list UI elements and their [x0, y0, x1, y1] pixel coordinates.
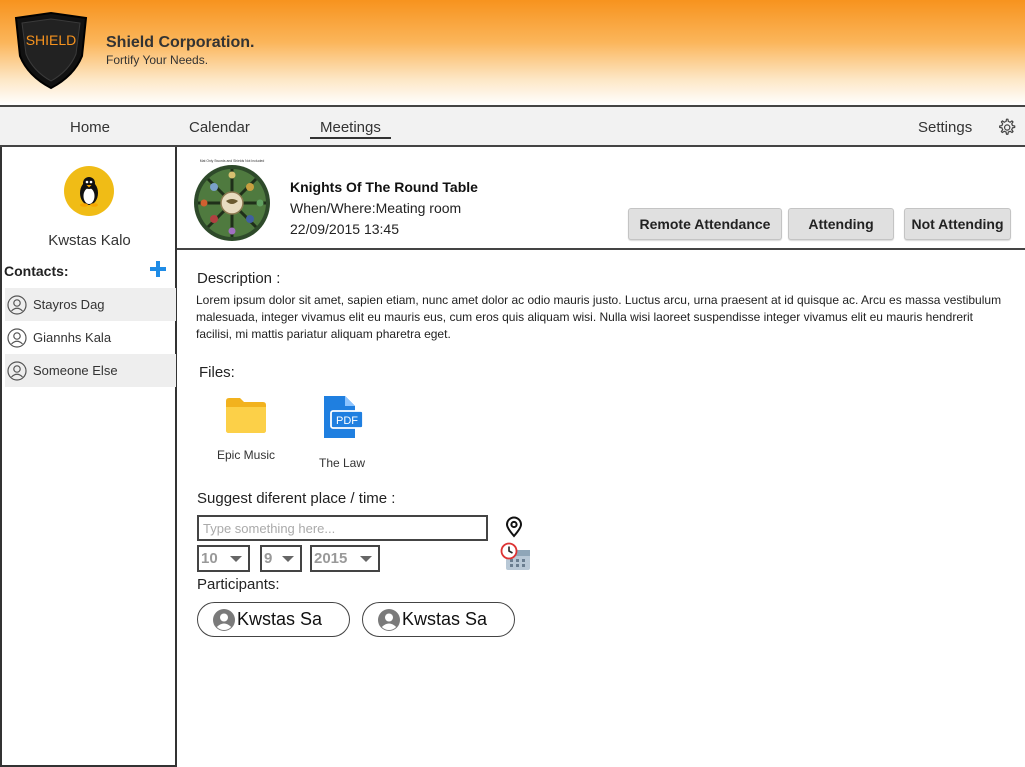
user-outline-icon	[7, 360, 27, 381]
meeting-datetime: 22/09/2015 13:45	[290, 221, 399, 237]
suggest-label: Suggest diferent place / time :	[197, 490, 396, 507]
description-text: Lorem ipsum dolor sit amet, sapien etiam…	[196, 293, 1002, 341]
gear-icon[interactable]	[996, 117, 1017, 138]
file-name: The Law	[318, 456, 366, 470]
user-avatar-icon	[213, 608, 235, 631]
divider	[177, 248, 1025, 250]
penguin-icon	[80, 177, 98, 207]
plus-icon	[150, 261, 166, 277]
remote-attendance-button[interactable]: Remote Attendance	[628, 208, 782, 240]
meeting-title: Knights Of The Round Table	[290, 179, 478, 195]
location-pin-icon[interactable]	[504, 516, 524, 538]
meeting-location: When/Where:Meating room	[290, 200, 462, 216]
chevron-down-icon	[360, 556, 372, 562]
contact-item[interactable]: Someone Else	[5, 354, 176, 387]
add-contact-button[interactable]	[150, 261, 166, 279]
avatar[interactable]	[64, 166, 114, 216]
user-name: Kwstas Kalo	[48, 232, 131, 249]
participant-name: Kwstas Sa	[237, 609, 323, 629]
user-outline-icon	[7, 327, 27, 348]
nav-home[interactable]: Home	[70, 119, 110, 136]
contacts-label: Contacts:	[4, 263, 69, 279]
pdf-icon: PDF	[324, 396, 364, 438]
header: SHIELD Shield Corporation. Fortify Your …	[0, 0, 1025, 105]
company-tagline: Fortify Your Needs.	[106, 53, 209, 67]
file-item[interactable]: Epic Music	[212, 396, 280, 462]
participants-label: Participants:	[197, 576, 280, 593]
company-name: Shield Corporation.	[106, 34, 255, 51]
user-avatar-icon	[378, 608, 400, 631]
company-info: Shield Corporation. Fortify Your Needs.	[106, 34, 254, 67]
day-value: 10	[201, 550, 218, 567]
main-nav: Home Calendar Meetings Settings	[0, 105, 1025, 147]
contact-list: Stayros Dag Giannhs Kala Someone Else	[5, 288, 176, 387]
files-label: Files:	[199, 364, 235, 381]
folder-icon	[226, 398, 266, 433]
chevron-down-icon	[230, 556, 242, 562]
sidebar: Kwstas Kalo Contacts: Stayros Dag Giannh…	[0, 147, 177, 767]
day-select[interactable]: 10	[197, 545, 250, 572]
suggest-input[interactable]	[197, 515, 488, 541]
not-attending-button[interactable]: Not Attending	[904, 208, 1011, 240]
file-name: Epic Music	[216, 448, 275, 462]
contact-item[interactable]: Stayros Dag	[5, 288, 176, 321]
file-item[interactable]: PDF The Law	[310, 395, 374, 470]
meeting-image: Mat Only Swords and Shields Not Included	[194, 159, 270, 241]
shield-logo[interactable]: SHIELD	[12, 12, 90, 90]
participant-chip[interactable]: Kwstas Sa	[197, 602, 350, 637]
participant-name: Kwstas Sa	[402, 609, 488, 629]
year-select[interactable]: 2015	[310, 545, 380, 572]
description-label: Description :	[197, 270, 281, 287]
calendar-clock-icon[interactable]	[499, 542, 533, 572]
contact-name: Stayros Dag	[33, 297, 105, 312]
month-select[interactable]: 9	[260, 545, 302, 572]
meeting-image-caption: Mat Only Swords and Shields Not Included	[200, 159, 265, 163]
chevron-down-icon	[282, 556, 294, 562]
year-value: 2015	[314, 550, 348, 567]
nav-meetings[interactable]: Meetings	[310, 119, 391, 139]
participant-chip[interactable]: Kwstas Sa	[362, 602, 515, 637]
month-value: 9	[264, 550, 273, 567]
user-outline-icon	[7, 294, 27, 315]
attending-button[interactable]: Attending	[788, 208, 894, 240]
pdf-badge: PDF	[336, 415, 358, 427]
nav-settings[interactable]: Settings	[918, 119, 972, 136]
nav-calendar[interactable]: Calendar	[189, 119, 250, 136]
contact-item[interactable]: Giannhs Kala	[5, 321, 176, 354]
contact-name: Giannhs Kala	[33, 330, 112, 345]
logo-text: SHIELD	[26, 32, 77, 48]
contact-name: Someone Else	[33, 363, 118, 378]
